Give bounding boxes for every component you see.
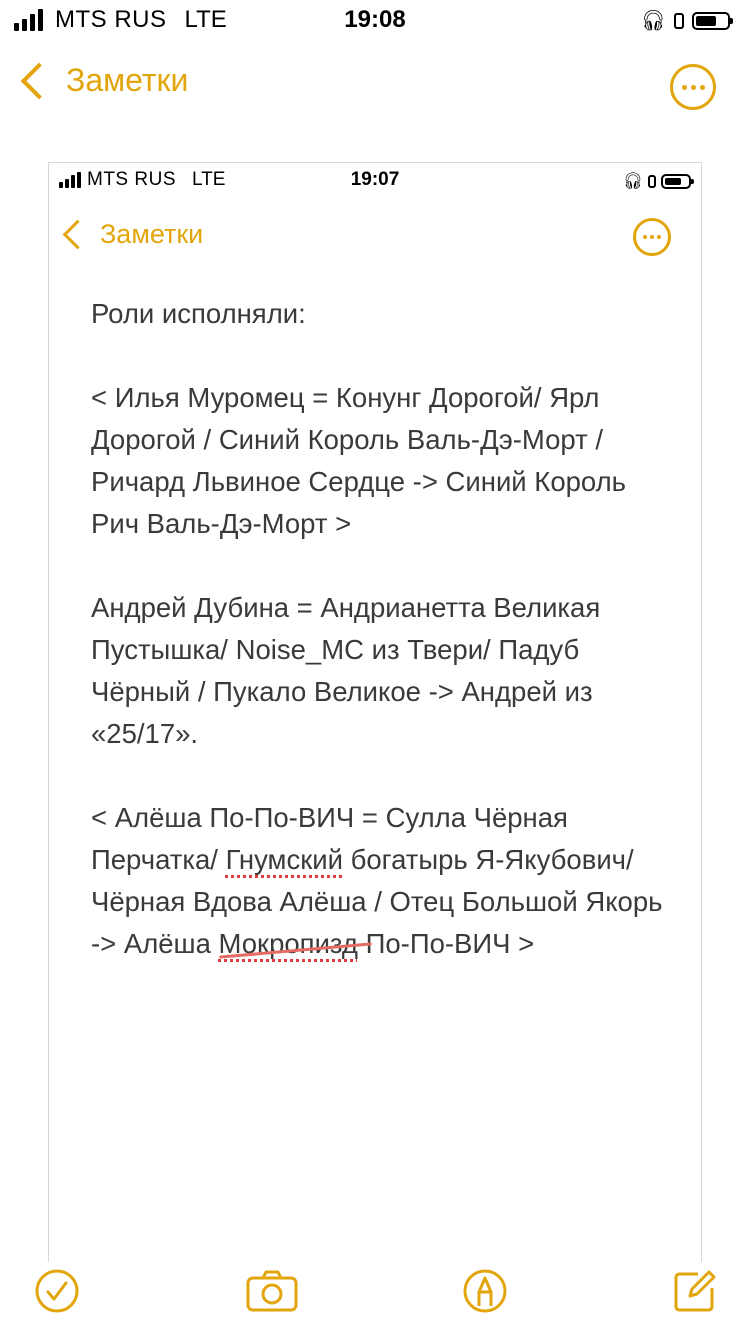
headphones-icon: 🎧︎ bbox=[640, 10, 666, 32]
dot-icon bbox=[699, 84, 705, 90]
checklist-button[interactable] bbox=[34, 1268, 80, 1314]
more-options-button[interactable] bbox=[670, 64, 716, 110]
camera-button[interactable] bbox=[246, 1268, 298, 1314]
markup-pen-icon bbox=[463, 1269, 507, 1313]
notes-screen: MTS RUS LTE 19:08 🎧︎ Заметки MTS RUS LTE… bbox=[0, 0, 750, 1334]
embedded-status-bar: MTS RUS LTE 19:07 🎧︎ bbox=[49, 163, 701, 197]
back-label: Заметки bbox=[66, 62, 189, 98]
status-right: 🎧︎ bbox=[640, 8, 733, 33]
orientation-lock-icon bbox=[648, 174, 656, 188]
back-button[interactable]: Заметки bbox=[16, 62, 188, 99]
misspelled-struck-word: Мокропизд bbox=[218, 928, 358, 959]
markup-button[interactable] bbox=[462, 1268, 508, 1314]
dot-icon bbox=[681, 84, 687, 90]
embedded-back-button: Заметки bbox=[57, 219, 203, 250]
bottom-toolbar bbox=[0, 1262, 750, 1334]
headphones-icon: 🎧︎ bbox=[622, 173, 643, 190]
chevron-left-icon bbox=[20, 62, 58, 99]
misspelled-word: Гнумский bbox=[225, 844, 343, 875]
checklist-icon bbox=[35, 1269, 79, 1313]
battery-icon bbox=[661, 173, 694, 189]
compose-icon bbox=[674, 1270, 716, 1312]
dot-icon bbox=[643, 235, 647, 239]
dot-icon bbox=[650, 235, 654, 239]
embedded-nav-bar: Заметки bbox=[49, 215, 701, 275]
embedded-more-icon bbox=[633, 218, 671, 256]
embedded-status-right: 🎧︎ bbox=[622, 171, 694, 191]
dot-icon bbox=[657, 235, 661, 239]
note-text-span: По-По-ВИЧ > bbox=[357, 928, 535, 959]
note-text: Роли исполняли: < Илья Муромец = Конунг … bbox=[91, 293, 671, 1007]
battery-icon bbox=[692, 11, 733, 30]
attached-screenshot[interactable]: MTS RUS LTE 19:07 🎧︎ Заметки Роли исполн… bbox=[48, 162, 702, 1262]
orientation-lock-icon bbox=[674, 12, 684, 29]
status-time: 19:08 bbox=[344, 6, 406, 33]
nav-bar: Заметки bbox=[0, 56, 750, 116]
embedded-status-time: 19:07 bbox=[350, 169, 400, 190]
note-title: Роли исполняли: bbox=[91, 298, 306, 329]
embedded-back-label: Заметки bbox=[100, 219, 204, 249]
dot-icon bbox=[690, 84, 696, 90]
note-paragraph-3: < Алёша По-По-ВИЧ = Сулла Чёрная Перчатк… bbox=[91, 797, 671, 965]
chevron-left-icon bbox=[62, 219, 93, 250]
status-bar: MTS RUS LTE 19:08 🎧︎ bbox=[0, 0, 750, 40]
note-paragraph-2: Андрей Дубина = Андрианетта Великая Пуст… bbox=[91, 592, 601, 749]
compose-button[interactable] bbox=[672, 1268, 718, 1314]
note-paragraph-1: < Илья Муромец = Конунг Дорогой/ Ярл Дор… bbox=[91, 382, 626, 539]
camera-icon bbox=[246, 1270, 298, 1312]
